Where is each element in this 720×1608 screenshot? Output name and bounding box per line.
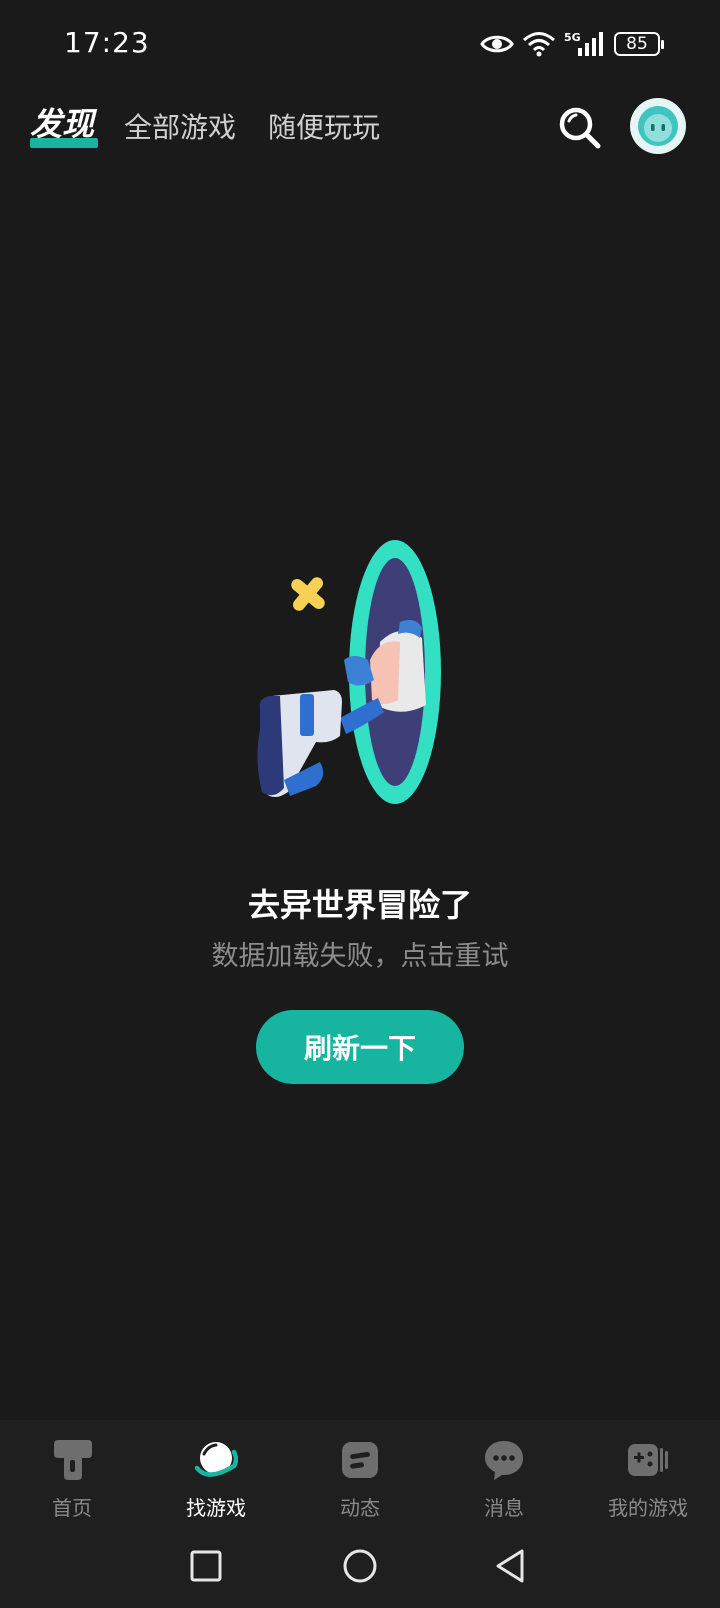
nav-item-find-games[interactable]: 找游戏 [144, 1420, 288, 1530]
nav-item-feed[interactable]: 动态 [288, 1420, 432, 1530]
header: 发现 全部游戏 随便玩玩 [0, 90, 720, 190]
nav-label-home: 首页 [52, 1496, 92, 1520]
nav-item-my-games[interactable]: 我的游戏 [576, 1420, 720, 1530]
tab-discover[interactable]: 发现 [30, 102, 94, 152]
feed-icon [342, 1442, 378, 1478]
avatar[interactable] [630, 98, 686, 154]
error-title: 去异世界冒险了 [247, 886, 472, 924]
nav-item-home[interactable]: 首页 [0, 1420, 144, 1530]
refresh-button[interactable]: 刷新一下 [256, 1010, 464, 1084]
system-nav [0, 1530, 720, 1608]
network-label: 5G [564, 31, 581, 44]
nav-label-my-games: 我的游戏 [608, 1496, 688, 1520]
tab-casual-play[interactable]: 随便玩玩 [268, 110, 380, 146]
recents-button[interactable] [184, 1544, 228, 1588]
bottom-nav: 首页 找游戏 动态 消息 我的游戏 [0, 1420, 720, 1530]
battery-level: 85 [626, 34, 648, 54]
battery-indicator: 85 [614, 32, 664, 56]
tab-discover-label: 发现 [30, 105, 95, 143]
status-icons: 5G 85 [480, 28, 664, 60]
tab-all-games[interactable]: 全部游戏 [124, 110, 236, 146]
status-time: 17:23 [64, 26, 150, 59]
signal-icon: 5G [564, 31, 603, 56]
error-subtitle[interactable]: 数据加载失败，点击重试 [0, 934, 720, 973]
wifi-icon [523, 32, 555, 57]
robot-avatar-icon [638, 106, 678, 146]
nav-label-messages: 消息 [484, 1496, 524, 1520]
home-icon [54, 1440, 92, 1480]
nav-label-feed: 动态 [340, 1496, 380, 1520]
back-button[interactable] [490, 1544, 534, 1588]
gamepad-icon [628, 1444, 668, 1476]
eye-icon [480, 35, 514, 53]
home-button[interactable] [338, 1544, 382, 1588]
nav-label-find-games: 找游戏 [186, 1496, 246, 1520]
search-icon[interactable] [556, 104, 604, 152]
planet-icon [194, 1442, 238, 1477]
nav-item-messages[interactable]: 消息 [432, 1420, 576, 1530]
message-icon [485, 1441, 523, 1480]
screen: 17:23 5G 85 发现 全部游戏 随便玩玩 去异世界冒险了 数据加载失败，… [0, 0, 720, 1608]
portal-illustration [257, 540, 441, 804]
status-bar: 17:23 5G 85 [0, 0, 720, 90]
sparkle-icon [291, 577, 325, 611]
